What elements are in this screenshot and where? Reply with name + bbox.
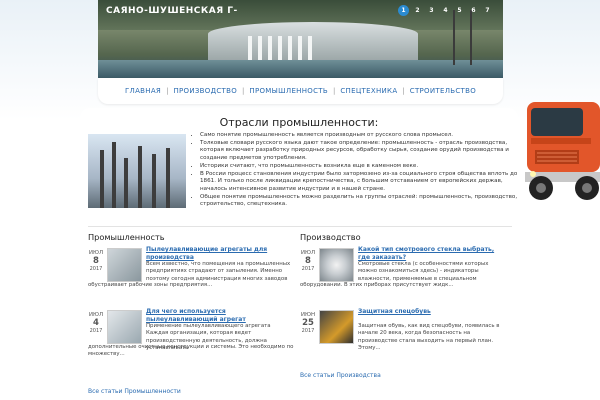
post-thumbnail[interactable] [319, 248, 354, 282]
truck-image [525, 102, 600, 200]
post-excerpt: Всем известно, что помещения на промышле… [146, 261, 291, 282]
slide-dot[interactable]: 5 [454, 5, 465, 16]
post-title-link[interactable]: Защитная спецобувь [358, 308, 506, 316]
post-item: ИЮЛ 4 2017 Для чего используется пылеула… [88, 308, 294, 366]
divider [88, 226, 512, 227]
slide-dot[interactable]: 6 [468, 5, 479, 16]
column-production: Производство ИЮЛ 8 2017 Какой тип смотро… [300, 232, 506, 370]
post-excerpt-continued: оборудовании. В этих приборах присутству… [300, 282, 454, 288]
factory-image [88, 134, 186, 208]
post-thumbnail[interactable] [107, 310, 142, 344]
post-title-link[interactable]: Пылеулавливающие агрегаты для производст… [146, 246, 294, 262]
slider-pagination: 1 2 3 4 5 6 7 [398, 5, 493, 16]
column-industry: Промышленность ИЮЛ 8 2017 Пылеулавливающ… [88, 232, 294, 370]
dam-illustration [208, 22, 418, 62]
page-title: Отрасли промышленности: [219, 116, 379, 129]
slide-dot[interactable]: 7 [482, 5, 493, 16]
slide-dot[interactable]: 2 [412, 5, 423, 16]
slide-dot[interactable]: 4 [440, 5, 451, 16]
all-industry-link[interactable]: Все статьи Промышленности [88, 388, 181, 395]
page: САЯНО-ШУШЕНСКАЯ Г- 1 2 3 4 5 6 7 ГЛАВНАЯ… [0, 0, 600, 400]
post-excerpt: Защитная обувь, как вид спецобуви, появи… [358, 323, 500, 351]
slide-dot[interactable]: 1 [398, 5, 409, 16]
main-nav: ГЛАВНАЯ | ПРОИЗВОДСТВО | ПРОМЫШЛЕННОСТЬ … [98, 78, 503, 104]
column-title: Промышленность [88, 232, 165, 242]
post-excerpt-continued: обустраивает рабочие зоны предприятия... [88, 282, 213, 288]
nav-item-home[interactable]: ГЛАВНАЯ [125, 87, 161, 95]
post-thumbnail[interactable] [107, 248, 142, 282]
post-item: ИЮЛ 8 2017 Какой тип смотрового стекла в… [300, 246, 506, 304]
intro-list: Само понятие промышленность является про… [192, 132, 522, 209]
post-date: ИЮЛ 8 2017 [300, 250, 316, 272]
post-excerpt-continued: дополнительные очистные конструкции и си… [88, 344, 294, 358]
slide-dot[interactable]: 3 [426, 5, 437, 16]
post-excerpt: Смотровые стекла (с особенностями которы… [358, 261, 489, 282]
post-item: ИЮЛ 8 2017 Пылеулавливающие агрегаты для… [88, 246, 294, 304]
post-thumbnail[interactable] [319, 310, 354, 344]
intro-item: Само понятие промышленность является про… [200, 132, 522, 140]
intro-item: В России процесс становления индустрии б… [200, 171, 522, 194]
header-banner: САЯНО-ШУШЕНСКАЯ Г- 1 2 3 4 5 6 7 [98, 0, 503, 78]
content-area: Отрасли промышленности: Само понятие про… [80, 108, 518, 400]
nav-item-machinery[interactable]: СПЕЦТЕХНИКА [340, 87, 397, 95]
column-title: Производство [300, 232, 361, 242]
nav-item-construction[interactable]: СТРОИТЕЛЬСТВО [410, 87, 476, 95]
post-title-link[interactable]: Какой тип смотрового стекла выбрать, где… [358, 246, 506, 262]
all-production-link[interactable]: Все статьи Производства [300, 372, 381, 379]
intro-item: Толковые словари русского языка дают так… [200, 140, 522, 163]
post-item: ИЮН 25 2017 Защитная спецобувь Защитная … [300, 308, 506, 366]
intro-item: Историки считают, что промышленность воз… [200, 163, 522, 171]
post-date: ИЮН 25 2017 [300, 312, 316, 334]
post-date: ИЮЛ 8 2017 [88, 250, 104, 272]
post-title-link[interactable]: Для чего используется пылеулавливающий а… [146, 308, 294, 324]
site-title[interactable]: САЯНО-ШУШЕНСКАЯ Г- [106, 6, 238, 16]
nav-item-industry[interactable]: ПРОМЫШЛЕННОСТЬ [249, 87, 328, 95]
post-date: ИЮЛ 4 2017 [88, 312, 104, 334]
intro-item: Общее понятие промышленность можно разде… [200, 194, 522, 209]
nav-item-production[interactable]: ПРОИЗВОДСТВО [173, 87, 237, 95]
